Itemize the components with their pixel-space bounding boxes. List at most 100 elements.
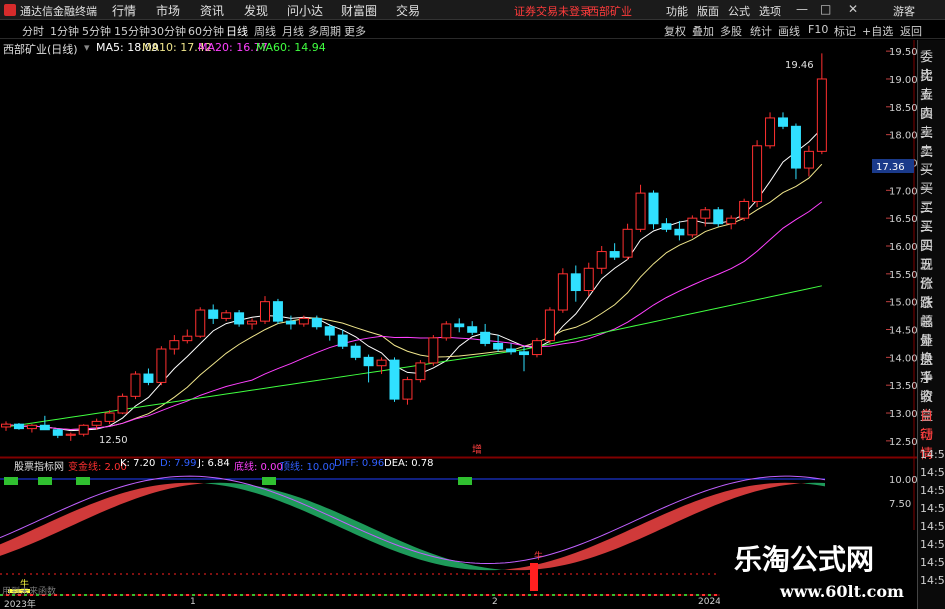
ind-label-k: K: 7.20	[120, 458, 156, 469]
menu-gongshi[interactable]: 公式	[728, 3, 750, 19]
kd-ribbon	[635, 525, 640, 541]
kd-ribbon	[35, 526, 40, 543]
period-30min[interactable]: 30分钟	[150, 23, 186, 39]
menu-jiaoyi[interactable]: 交易	[396, 2, 420, 19]
menu-zixun[interactable]: 资讯	[200, 2, 224, 19]
kd-ribbon	[185, 482, 190, 486]
bottom-strip	[282, 594, 285, 596]
kd-ribbon	[90, 502, 95, 518]
bottom-strip	[186, 594, 189, 596]
kd-ribbon	[715, 492, 720, 506]
kd-ribbon	[620, 531, 625, 548]
menu-hangqing[interactable]: 行情	[112, 2, 136, 19]
bottom-strip	[564, 594, 567, 596]
menu-banmian[interactable]: 版面	[697, 3, 719, 19]
menu-caifuquan[interactable]: 财富圈	[341, 2, 377, 19]
period-more[interactable]: 更多	[344, 23, 366, 39]
period-daily[interactable]: 日线	[226, 23, 248, 39]
tick-time: 14:5	[920, 448, 945, 461]
bottom-strip	[60, 594, 63, 596]
kline-chart[interactable]: 19.50 19.00 18.50 18.00 1 7.50 17.00 16.50 16.00…	[0, 40, 917, 609]
bottom-strip	[270, 594, 273, 596]
candle-body	[78, 424, 89, 435]
bottom-strip	[570, 594, 573, 596]
candle-body	[506, 348, 517, 353]
tool-add-favorite[interactable]: +自选	[862, 23, 893, 39]
period-1min[interactable]: 1分钟	[50, 23, 79, 39]
kd-ribbon	[105, 497, 110, 511]
tool-biaoji[interactable]: 标记	[834, 23, 856, 39]
guest-button[interactable]: 游客	[893, 3, 915, 19]
menu-wenxiaoda[interactable]: 问小达	[287, 2, 323, 19]
kd-ribbon	[290, 494, 295, 508]
bottom-strip	[252, 594, 255, 596]
kd-ribbon	[605, 538, 610, 554]
tool-fuquan[interactable]: 复权	[664, 23, 686, 39]
menu-gongneng[interactable]: 功能	[666, 3, 688, 19]
candle-body	[324, 326, 335, 336]
bottom-strip	[330, 594, 333, 596]
bottom-strip	[558, 594, 561, 596]
tool-huaxian[interactable]: 画线	[778, 23, 800, 39]
bottom-strip	[678, 594, 681, 596]
candle-body	[104, 412, 115, 422]
period-monthly[interactable]: 月线	[282, 23, 304, 39]
period-weekly[interactable]: 周线	[254, 23, 276, 39]
bottom-strip	[114, 594, 117, 596]
kd-ribbon	[685, 503, 690, 519]
period-15min[interactable]: 15分钟	[114, 23, 150, 39]
kd-ribbon	[655, 515, 660, 532]
menu-faxian[interactable]: 发现	[244, 2, 268, 19]
kd-ribbon	[285, 492, 290, 506]
y-tick-label: 16.00	[889, 242, 917, 253]
tool-tongji[interactable]: 统计	[750, 23, 772, 39]
tick-time: 14:5	[920, 502, 945, 515]
tick-time: 14:5	[920, 520, 945, 533]
tool-duogu[interactable]: 多股	[720, 23, 742, 39]
period-60min[interactable]: 60分钟	[188, 23, 224, 39]
candle-body	[583, 267, 594, 292]
kd-ribbon	[820, 482, 825, 487]
period-fenshi[interactable]: 分时	[22, 23, 44, 39]
kd-ribbon	[25, 531, 30, 547]
kd-ribbon	[465, 563, 470, 570]
kd-ribbon	[650, 518, 655, 535]
candle-body	[531, 340, 542, 356]
bottom-strip	[528, 594, 531, 596]
tick-time: 14:5	[920, 466, 945, 479]
candle-body	[169, 340, 180, 350]
tool-back[interactable]: 返回	[900, 23, 922, 39]
period-multi[interactable]: 多周期	[308, 23, 341, 39]
close-icon[interactable]: ✕	[848, 2, 858, 16]
kd-ribbon	[270, 488, 275, 500]
watermark-url: www.60lt.com	[780, 582, 904, 601]
y-tick-label: 18.00	[889, 131, 917, 142]
bottom-strip	[630, 594, 633, 596]
y-tick-label: 14.00	[889, 353, 917, 364]
watermark-title: 乐淘公式网	[734, 543, 875, 576]
kd-ribbon	[495, 568, 500, 571]
kd-ribbon	[735, 487, 740, 498]
app-title: 通达信金融终端	[20, 5, 97, 18]
kd-ribbon	[505, 568, 510, 571]
kd-ribbon	[755, 484, 760, 492]
bottom-strip	[690, 594, 693, 596]
menu-shichang[interactable]: 市场	[156, 2, 180, 19]
kd-ribbon	[640, 522, 645, 539]
bottom-strip	[78, 594, 81, 596]
kd-ribbon	[160, 484, 165, 492]
kd-ribbon	[210, 482, 215, 485]
candle-body	[622, 228, 633, 258]
tool-f10[interactable]: F10	[808, 23, 828, 36]
tool-diejia[interactable]: 叠加	[692, 23, 714, 39]
indicator-name[interactable]: 股票指标网	[14, 458, 64, 473]
kd-ribbon	[645, 520, 650, 537]
candle-body	[674, 228, 685, 236]
restore-icon[interactable]: □	[820, 2, 831, 16]
login-status[interactable]: 证券交易未登录	[514, 3, 591, 19]
period-5min[interactable]: 5分钟	[82, 23, 111, 39]
minimize-icon[interactable]: —	[796, 2, 808, 16]
bottom-strip	[486, 594, 489, 596]
kd-ribbon	[140, 487, 145, 498]
menu-xuanxiang[interactable]: 选项	[759, 3, 781, 19]
